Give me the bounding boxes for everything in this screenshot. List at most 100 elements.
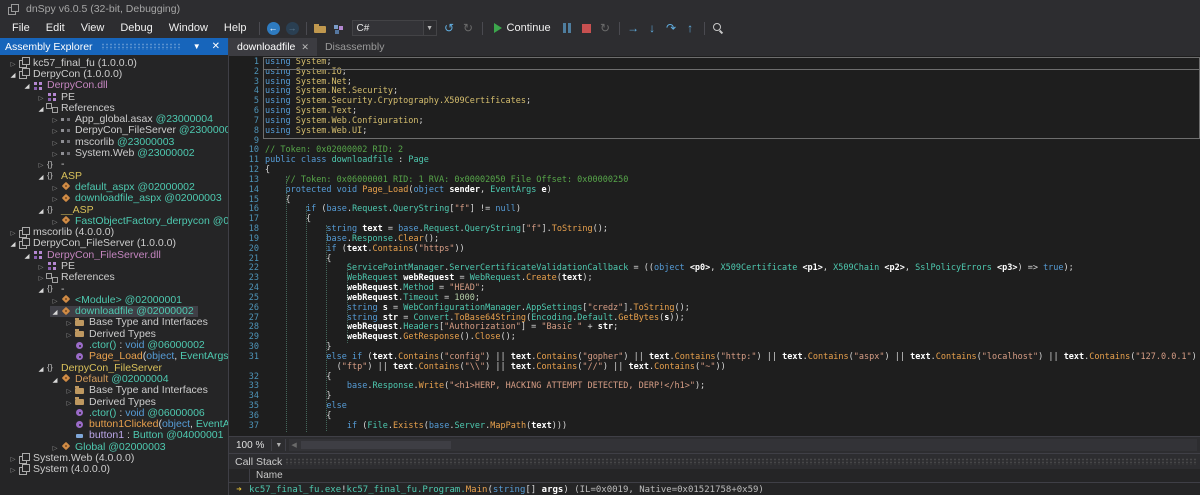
expander-icon[interactable] [50, 193, 60, 204]
horizontal-scrollbar[interactable]: ◀ [289, 439, 1197, 451]
undo-icon[interactable]: ↺ [440, 19, 459, 37]
tab-downloadfile[interactable]: downloadfile✕ [229, 38, 317, 56]
language-select[interactable]: C#▼ [349, 20, 440, 36]
tree-item[interactable]: DerpyCon_FileServer (1.0.0.0) [0, 238, 228, 249]
tree-item[interactable]: ASP [0, 170, 228, 181]
tree-item[interactable]: Derived Types [0, 328, 228, 339]
menu-file[interactable]: File [4, 20, 38, 36]
scroll-left-icon[interactable]: ◀ [291, 441, 296, 449]
tab-disassembly[interactable]: Disassembly [317, 38, 393, 56]
expander-icon[interactable] [50, 441, 60, 452]
menu-debug[interactable]: Debug [112, 20, 160, 36]
expander-icon[interactable] [8, 57, 18, 68]
nav-back-icon[interactable]: ← [264, 19, 283, 37]
tree-item[interactable]: Page_Load(object, EventArgs) : void @060… [0, 351, 228, 362]
expander-icon[interactable] [50, 306, 60, 317]
expander-icon[interactable] [64, 317, 74, 328]
tab-close-icon[interactable]: ✕ [301, 42, 309, 53]
expander-icon[interactable] [50, 136, 60, 147]
open-file-icon[interactable] [311, 19, 330, 37]
tree-item[interactable]: System (4.0.0.0) [0, 464, 228, 475]
step-into-icon[interactable]: ↓ [643, 19, 662, 37]
expander-icon[interactable] [36, 170, 46, 181]
tree-item[interactable]: System.Web (4.0.0.0) [0, 452, 228, 463]
expander-icon[interactable] [8, 238, 18, 249]
tree-item[interactable]: PE [0, 260, 228, 271]
tree-item[interactable]: System.Web @23000002 [0, 147, 228, 158]
continue-button[interactable]: Continue [487, 22, 558, 34]
tree-item[interactable]: DerpyCon_FileServer [0, 362, 228, 373]
tree-item[interactable]: Default @02000004 [0, 373, 228, 384]
tree-item[interactable]: DerpyCon.dll [0, 80, 228, 91]
step-over-icon[interactable]: ↷ [662, 19, 681, 37]
tree-item[interactable]: mscorlib (4.0.0.0) [0, 226, 228, 237]
search-icon[interactable] [709, 19, 728, 37]
expander-icon[interactable] [50, 113, 60, 124]
menu-view[interactable]: View [73, 20, 113, 36]
expander-icon[interactable] [36, 102, 46, 113]
code-editor[interactable]: 1using System;2using System.IO;3using Sy… [229, 56, 1200, 436]
expander-icon[interactable] [36, 362, 46, 373]
panel-menu-icon[interactable]: ▼ [190, 42, 204, 51]
tree-item[interactable]: Base Type and Interfaces [0, 385, 228, 396]
tree-item[interactable]: DerpyCon_FileServer.dll [0, 249, 228, 260]
call-stack-frame[interactable]: ➜kc57_final_fu.exe!kc57_final_fu.Program… [229, 483, 1200, 495]
tree-item[interactable]: __ASP [0, 204, 228, 215]
tree-item[interactable]: App_global.asax @23000004 [0, 113, 228, 124]
restart-icon[interactable]: ↻ [596, 19, 615, 37]
tree-item[interactable]: References [0, 102, 228, 113]
expander-icon[interactable] [50, 181, 60, 192]
tree-item[interactable]: kc57_final_fu (1.0.0.0) [0, 57, 228, 68]
expander-icon[interactable] [36, 91, 46, 102]
tree-item[interactable]: button1 : Button @04000001 [0, 430, 228, 441]
expander-icon[interactable] [8, 464, 18, 475]
expander-icon[interactable] [22, 249, 32, 260]
expander-icon[interactable] [8, 226, 18, 237]
nav-forward-icon[interactable]: → [283, 19, 302, 37]
tree-item[interactable]: Derived Types [0, 396, 228, 407]
expander-icon[interactable] [36, 204, 46, 215]
scrollbar-thumb[interactable] [301, 441, 451, 449]
tree-item[interactable]: - [0, 159, 228, 170]
language-select-caret-icon[interactable]: ▼ [424, 20, 437, 36]
tree-item[interactable]: downloadfile @02000002 [0, 306, 228, 317]
tree-item[interactable]: default_aspx @02000002 [0, 181, 228, 192]
expander-icon[interactable] [50, 147, 60, 158]
zoom-dropdown-icon[interactable]: ▼ [271, 439, 286, 451]
stop-debugging-icon[interactable] [577, 19, 596, 37]
expander-icon[interactable] [36, 283, 46, 294]
expander-icon[interactable] [36, 159, 46, 170]
step-out-icon[interactable]: ↑ [681, 19, 700, 37]
expander-icon[interactable] [36, 272, 46, 283]
break-all-icon[interactable] [558, 19, 577, 37]
expander-icon[interactable] [8, 68, 18, 79]
expander-icon[interactable] [64, 385, 74, 396]
expander-icon[interactable] [22, 80, 32, 91]
menu-help[interactable]: Help [216, 20, 255, 36]
menu-window[interactable]: Window [161, 20, 216, 36]
tree-item[interactable]: <Module> @02000001 [0, 294, 228, 305]
tree-item[interactable]: References [0, 272, 228, 283]
tree-item[interactable]: DerpyCon (1.0.0.0) [0, 68, 228, 79]
expander-icon[interactable] [64, 328, 74, 339]
menu-edit[interactable]: Edit [38, 20, 73, 36]
expander-icon[interactable] [64, 396, 74, 407]
tree-item[interactable]: button1Clicked(object, EventArgs) : void [0, 419, 228, 430]
expander-icon[interactable] [50, 215, 60, 226]
show-next-statement-icon[interactable]: → [624, 19, 643, 37]
zoom-level[interactable]: 100 % [229, 440, 271, 451]
tree-item[interactable]: downloadfile_aspx @02000003 [0, 193, 228, 204]
expander-icon[interactable] [36, 260, 46, 271]
tree-item[interactable]: Global @02000003 [0, 441, 228, 452]
expander-icon[interactable] [50, 125, 60, 136]
tree-item[interactable]: FastObjectFactory_derpycon @02000004 [0, 215, 228, 226]
tree-item[interactable]: .ctor() : void @06000002 [0, 339, 228, 350]
expander-icon[interactable] [50, 373, 60, 384]
tree-item[interactable]: mscorlib @23000003 [0, 136, 228, 147]
redo-icon[interactable]: ↻ [459, 19, 478, 37]
expander-icon[interactable] [50, 294, 60, 305]
tree-item[interactable]: - [0, 283, 228, 294]
open-module-icon[interactable] [330, 19, 349, 37]
tree-item[interactable]: PE [0, 91, 228, 102]
tree-item[interactable]: DerpyCon_FileServer @23000001 [0, 125, 228, 136]
